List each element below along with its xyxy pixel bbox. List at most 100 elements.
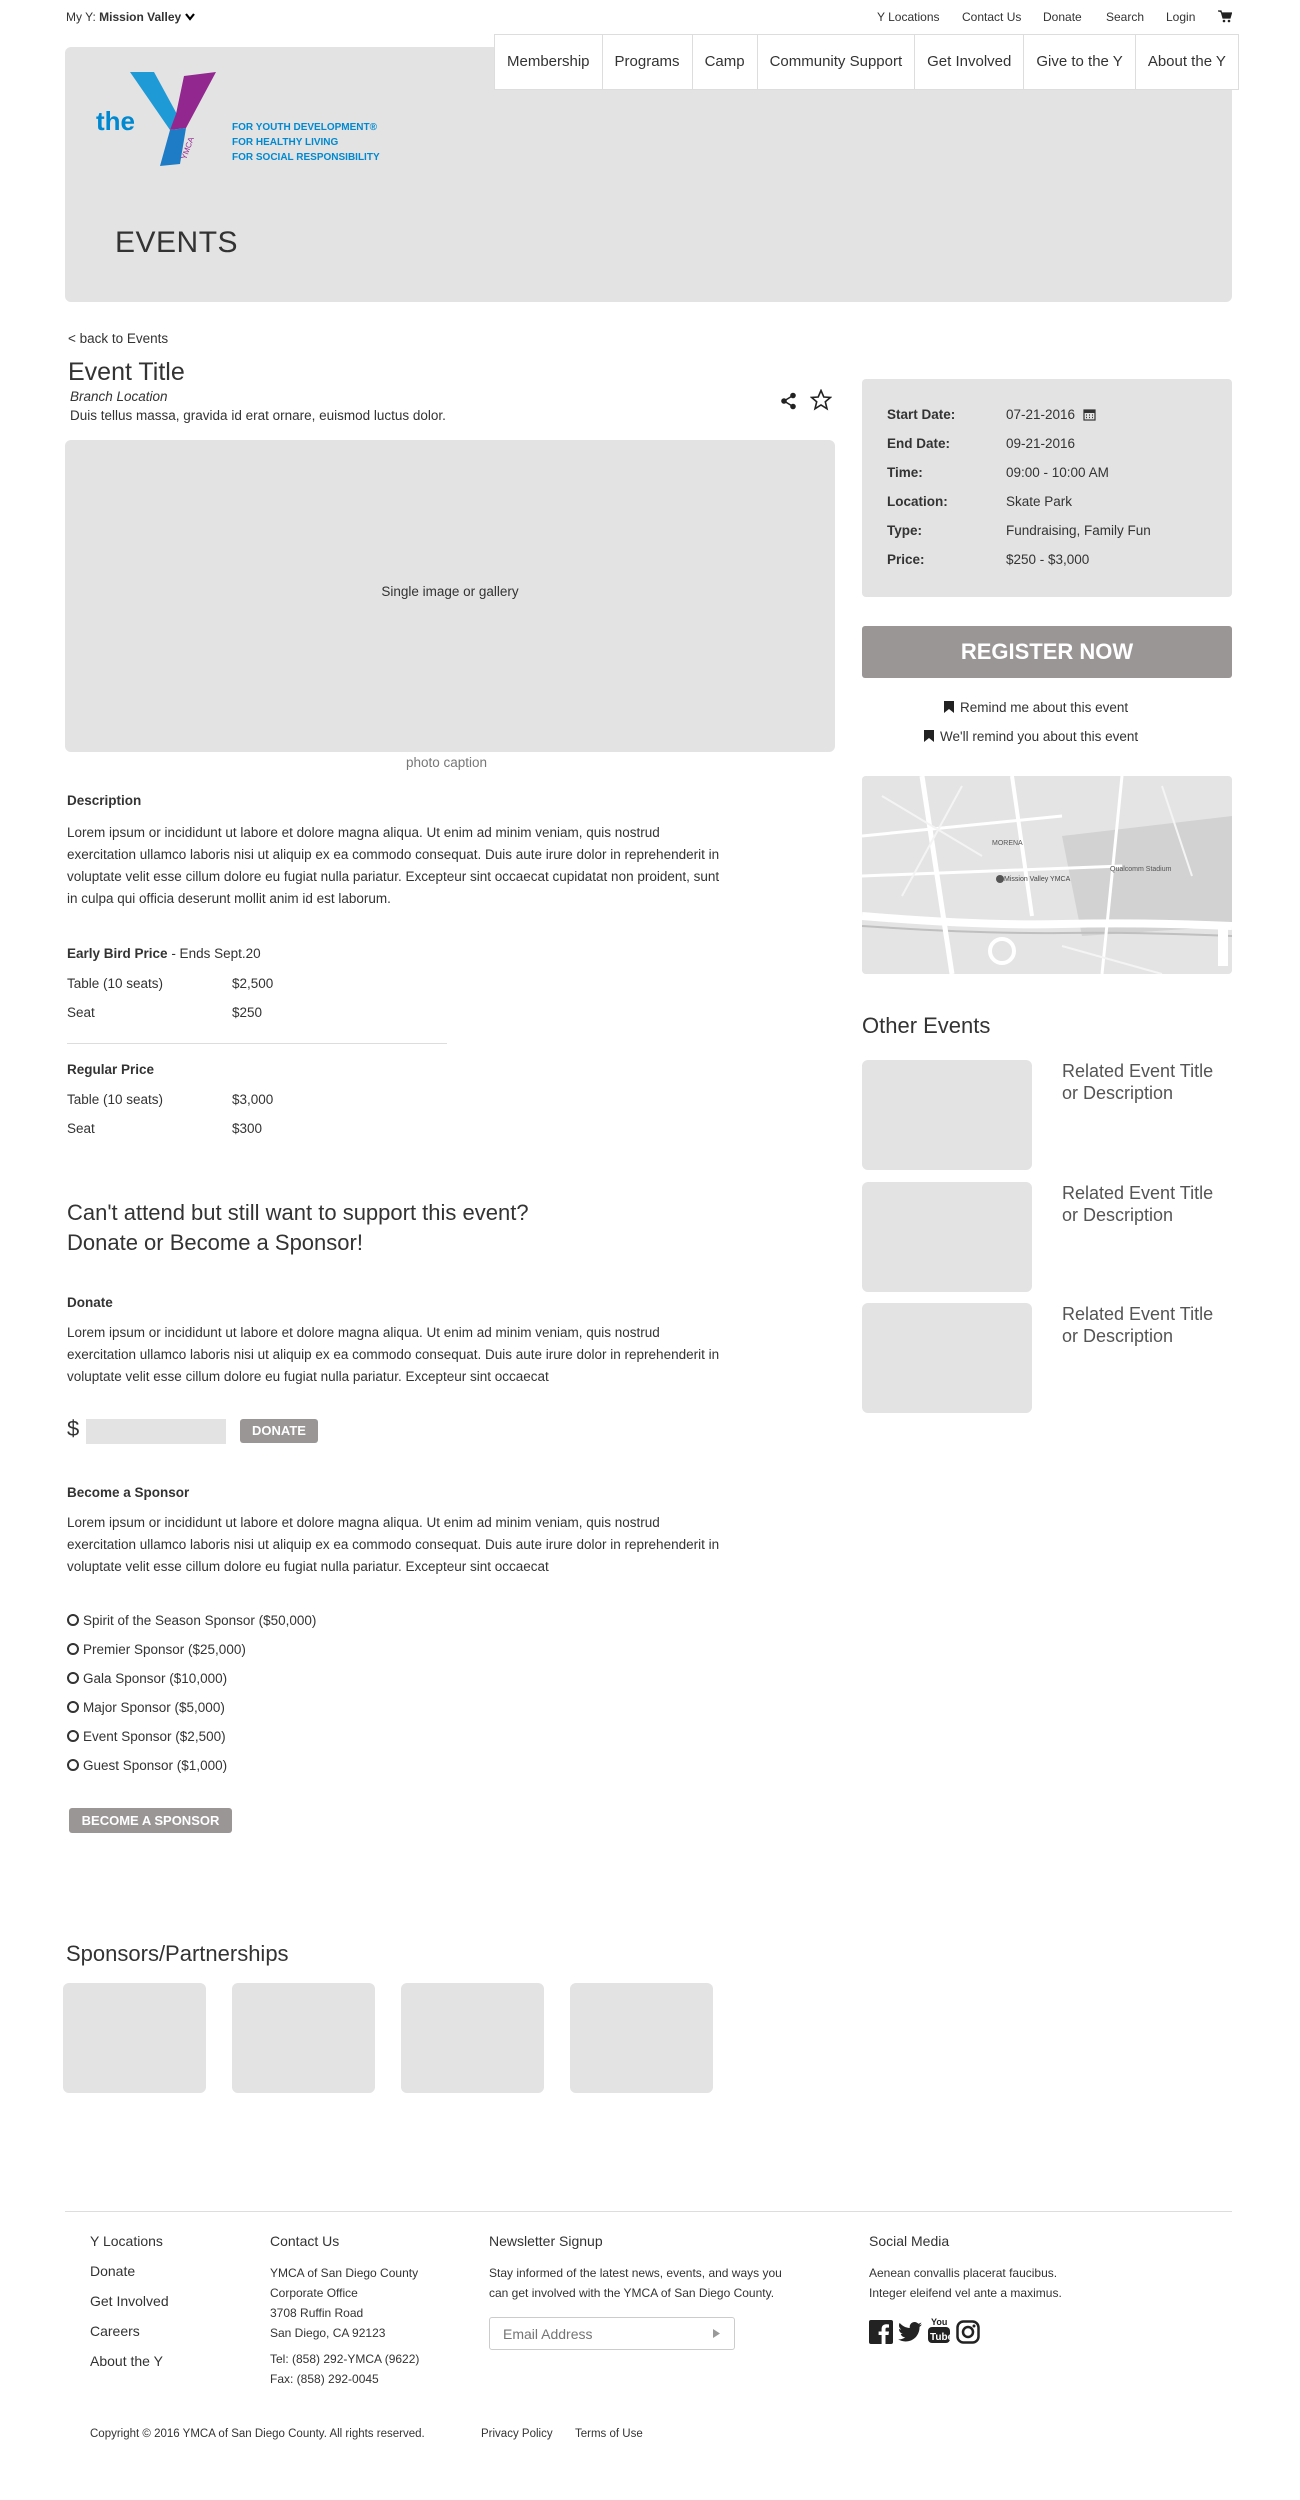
related-event-image[interactable]	[862, 1060, 1032, 1170]
sponsor-option[interactable]: Event Sponsor ($2,500)	[67, 1729, 226, 1744]
footer-link-get-involved[interactable]: Get Involved	[90, 2293, 169, 2309]
sponsor-option[interactable]: Guest Sponsor ($1,000)	[67, 1758, 227, 1773]
nav-item-membership[interactable]: Membership	[495, 35, 603, 89]
time-label: Time:	[887, 465, 923, 480]
radio-icon[interactable]	[67, 1730, 79, 1742]
youtube-icon[interactable]: You Tube	[928, 2316, 950, 2344]
related-event-line: Related Event Title	[1062, 1183, 1214, 1203]
my-y-selector[interactable]: My Y: Mission Valley	[66, 10, 195, 24]
sponsor-option-label: Spirit of the Season Sponsor ($50,000)	[83, 1613, 317, 1628]
event-title: Event Title	[68, 358, 185, 386]
register-now-button[interactable]: REGISTER NOW	[862, 626, 1232, 678]
radio-icon[interactable]	[67, 1614, 79, 1626]
tagline-line: FOR YOUTH DEVELOPMENT®	[232, 122, 377, 133]
facebook-icon[interactable]	[869, 2320, 893, 2344]
page-title: EVENTS	[115, 226, 239, 259]
chevron-down-icon	[184, 13, 195, 21]
donate-amount-input[interactable]	[86, 1419, 226, 1444]
ymca-logo[interactable]: the YMCA FOR YOUTH DEVELOPMENT® FOR HEAL…	[96, 68, 396, 178]
nav-item-about[interactable]: About the Y	[1136, 35, 1238, 89]
early-bird-price-seat: $250	[232, 1005, 263, 1020]
location-map[interactable]: Mission Valley YMCA MORENA Qualcomm Stad…	[862, 776, 1232, 974]
sponsor-logo[interactable]	[570, 1983, 713, 2093]
currency-symbol: $	[67, 1416, 80, 1441]
sponsor-option[interactable]: Major Sponsor ($5,000)	[67, 1700, 225, 1715]
sponsor-logo[interactable]	[63, 1983, 206, 2093]
sponsor-logo[interactable]	[232, 1983, 375, 2093]
newsletter-form	[489, 2317, 735, 2350]
price-label: Price:	[887, 552, 925, 567]
remind-link-row[interactable]: Remind me about this event	[944, 700, 1128, 715]
radio-icon[interactable]	[67, 1701, 79, 1713]
donate-text: Lorem ipsum or incididunt ut labore et d…	[67, 1325, 720, 1384]
related-event-image[interactable]	[862, 1182, 1032, 1292]
donate-button[interactable]: DONATE	[240, 1419, 318, 1443]
remind-confirm-text: We'll remind you about this event	[940, 729, 1139, 744]
end-date-label: End Date:	[887, 436, 951, 451]
description-heading: Description	[67, 793, 142, 808]
nav-item-community-support[interactable]: Community Support	[758, 35, 916, 89]
terms-of-use-link[interactable]: Terms of Use	[575, 2428, 643, 2440]
privacy-policy-link[interactable]: Privacy Policy	[481, 2428, 553, 2440]
copyright: Copyright © 2016 YMCA of San Diego Count…	[90, 2428, 425, 2440]
footer-divider	[65, 2211, 1232, 2212]
radio-icon[interactable]	[67, 1643, 79, 1655]
map-label: Qualcomm Stadium	[1110, 866, 1172, 873]
footer-link-about[interactable]: About the Y	[90, 2353, 163, 2369]
util-link-locations[interactable]: Y Locations	[877, 10, 940, 24]
instagram-icon[interactable]	[956, 2320, 980, 2344]
footer-fax: Fax: (858) 292-0045	[270, 2372, 379, 2386]
footer-link-careers[interactable]: Careers	[90, 2323, 140, 2339]
become-sponsor-button[interactable]: BECOME A SPONSOR	[69, 1808, 232, 1833]
related-event-line: Related Event Title	[1062, 1304, 1214, 1324]
location-link[interactable]: Skate Park	[1006, 494, 1072, 509]
start-date-label: Start Date:	[887, 407, 956, 422]
back-to-events-link[interactable]: < back to Events	[68, 331, 168, 346]
share-icon[interactable]	[780, 392, 798, 410]
util-link-donate[interactable]: Donate	[1043, 10, 1082, 24]
footer-link-locations[interactable]: Y Locations	[90, 2233, 163, 2249]
early-bird-item-seat: Seat	[67, 1005, 95, 1020]
util-link-login[interactable]: Login	[1166, 10, 1195, 24]
related-event-title[interactable]: Related Event Title or Description	[1062, 1060, 1213, 1104]
newsletter-line: Stay informed of the latest news, events…	[489, 2266, 782, 2280]
sponsor-logo[interactable]	[401, 1983, 544, 2093]
address-line: 3708 Ruffin Road	[270, 2306, 364, 2320]
related-event-line: Related Event Title	[1062, 1061, 1214, 1081]
radio-icon[interactable]	[67, 1672, 79, 1684]
other-events-heading: Other Events	[862, 1013, 991, 1038]
util-link-contact[interactable]: Contact Us	[962, 10, 1021, 24]
branch-location: Branch Location	[70, 389, 168, 404]
related-event-line: or Description	[1062, 1205, 1174, 1225]
nav-item-programs[interactable]: Programs	[603, 35, 693, 89]
footer-link-donate[interactable]: Donate	[90, 2263, 135, 2279]
my-y-value: Mission Valley	[99, 10, 182, 24]
start-date-value: 07-21-2016	[1006, 407, 1096, 422]
support-line: Can't attend but still want to support t…	[67, 1200, 529, 1225]
location-label: Location:	[887, 494, 948, 509]
footer-social-heading: Social Media	[869, 2233, 950, 2249]
related-event-title[interactable]: Related Event Title or Description	[1062, 1182, 1213, 1226]
star-icon[interactable]	[810, 389, 832, 411]
sponsor-option[interactable]: Gala Sponsor ($10,000)	[67, 1671, 227, 1686]
util-link-search[interactable]: Search	[1106, 10, 1144, 24]
related-event-title[interactable]: Related Event Title or Description	[1062, 1303, 1213, 1347]
sponsor-option[interactable]: Premier Sponsor ($25,000)	[67, 1642, 246, 1657]
event-gallery[interactable]: Single image or gallery	[65, 440, 835, 752]
sponsor-option[interactable]: Spirit of the Season Sponsor ($50,000)	[67, 1613, 316, 1628]
nav-item-give[interactable]: Give to the Y	[1024, 35, 1136, 89]
twitter-icon[interactable]	[898, 2321, 922, 2343]
cart-icon[interactable]	[1218, 10, 1232, 23]
email-input[interactable]	[490, 2318, 700, 2349]
social-line: Aenean convallis placerat faucibus.	[869, 2266, 1058, 2280]
nav-item-get-involved[interactable]: Get Involved	[915, 35, 1025, 89]
regular-item-seat: Seat	[67, 1121, 95, 1136]
regular-price-seat: $300	[232, 1121, 263, 1136]
radio-icon[interactable]	[67, 1759, 79, 1771]
regular-price-heading: Regular Price	[67, 1062, 155, 1077]
submit-arrow-icon[interactable]	[713, 2329, 720, 2338]
related-event-image[interactable]	[862, 1303, 1032, 1413]
calendar-icon[interactable]	[1083, 408, 1096, 421]
remind-link[interactable]: Remind me about this event	[960, 700, 1128, 715]
nav-item-camp[interactable]: Camp	[693, 35, 758, 89]
